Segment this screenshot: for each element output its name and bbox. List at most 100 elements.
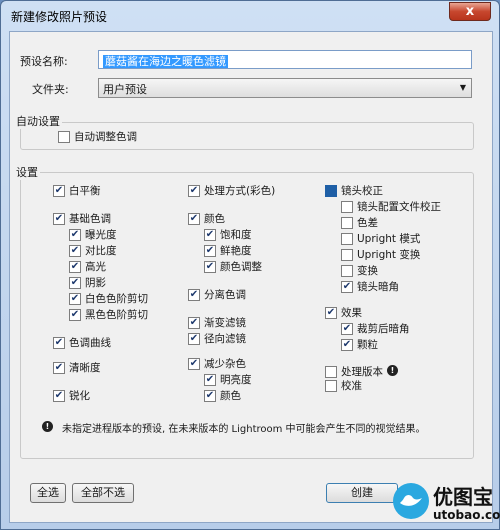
cb-post-crop-vignetting[interactable]: 裁剪后暗角 (341, 321, 410, 336)
checkbox-box (69, 308, 81, 321)
dialog-body: 预设名称: 蘑菇酱在海边之暖色滤镜 文件夹: 用户预设 ▼ 自动设置 自动调整色… (9, 31, 493, 523)
checkbox-label: 效果 (341, 307, 362, 319)
cb-exposure[interactable]: 曝光度 (69, 227, 117, 242)
cb-lens-profile[interactable]: 镜头配置文件校正 (341, 199, 441, 214)
checkbox-label: 清晰度 (69, 362, 101, 374)
checkbox-box (188, 332, 200, 345)
cb-luminance[interactable]: 明亮度 (204, 372, 252, 387)
cb-process-version[interactable]: 处理版本 (325, 364, 383, 379)
cb-graduated-filter[interactable]: 渐变滤镜 (188, 315, 246, 330)
preset-name-input[interactable]: 蘑菇酱在海边之暖色滤镜 (98, 50, 472, 69)
checkbox-box (341, 264, 353, 277)
cb-shadows[interactable]: 阴影 (69, 275, 106, 290)
checkbox-label: 镜头校正 (341, 185, 383, 197)
cb-clarity[interactable]: 清晰度 (53, 360, 101, 375)
checkbox-box (204, 373, 216, 386)
settings-label: 设置 (14, 164, 40, 180)
cb-split-toning[interactable]: 分离色调 (188, 287, 246, 302)
checkbox-box (53, 184, 65, 197)
checkbox-label: 高光 (85, 261, 106, 273)
cb-transform[interactable]: 变换 (341, 263, 378, 278)
checkbox-box (69, 228, 81, 241)
select-none-button[interactable]: 全部不选 (72, 483, 134, 503)
checkbox-label: 镜头暗角 (357, 281, 399, 293)
checkbox-label: 曝光度 (85, 229, 117, 241)
cb-color-adjust[interactable]: 颜色调整 (204, 259, 262, 274)
cb-saturation[interactable]: 饱和度 (204, 227, 252, 242)
create-button[interactable]: 创建 (326, 483, 398, 503)
checkbox-label: 白平衡 (69, 185, 101, 197)
cb-tone-curve[interactable]: 色调曲线 (53, 335, 111, 350)
warning-icon: ! (387, 365, 398, 376)
cb-white-balance[interactable]: 白平衡 (53, 183, 101, 198)
process-version-note: 未指定进程版本的预设, 在未来版本的 Lightroom 中可能会产生不同的视觉… (62, 424, 426, 435)
checkbox-label: 明亮度 (220, 374, 252, 386)
folder-select[interactable]: 用户预设 ▼ (98, 78, 472, 98)
cb-noise-color[interactable]: 颜色 (204, 388, 241, 403)
cb-chromatic-aberration[interactable]: 色差 (341, 215, 378, 230)
close-button[interactable]: x (449, 2, 491, 21)
cb-noise-reduction[interactable]: 减少杂色 (188, 356, 246, 371)
cb-basic-tone[interactable]: 基础色调 (53, 211, 111, 226)
checkbox-label: 白色色阶剪切 (85, 293, 148, 305)
bird-logo-icon (393, 483, 429, 519)
cb-treatment[interactable]: 处理方式(彩色) (188, 183, 275, 198)
checkbox-label: 减少杂色 (204, 358, 246, 370)
watermark: 优图宝 utobao.com (389, 469, 500, 529)
checkbox-box (69, 260, 81, 273)
checkbox-box (325, 365, 337, 378)
checkbox-box (204, 228, 216, 241)
checkbox-label: 颜色 (204, 213, 225, 225)
watermark-url: utobao.com (433, 508, 500, 522)
checkbox-box (188, 316, 200, 329)
cb-highlights[interactable]: 高光 (69, 259, 106, 274)
checkbox-label: 处理版本 (341, 366, 383, 378)
window-title: 新建修改照片预设 (11, 10, 108, 24)
checkbox-box (325, 306, 337, 319)
cb-black-clipping[interactable]: 黑色色阶剪切 (69, 307, 148, 322)
cb-calibration[interactable]: 校准 (325, 378, 362, 393)
cb-white-clipping[interactable]: 白色色阶剪切 (69, 291, 148, 306)
checkbox-box (204, 260, 216, 273)
folder-value: 用户预设 (103, 83, 147, 96)
checkbox-box (325, 184, 337, 197)
cb-sharpening[interactable]: 锐化 (53, 388, 90, 403)
checkbox-box (53, 361, 65, 374)
checkbox-label: 径向滤镜 (204, 333, 246, 345)
checkbox-label: 裁剪后暗角 (357, 323, 410, 335)
checkbox-label: 基础色调 (69, 213, 111, 225)
cb-contrast[interactable]: 对比度 (69, 243, 117, 258)
checkbox-label: 阴影 (85, 277, 106, 289)
checkbox-box (188, 288, 200, 301)
cb-grain[interactable]: 颗粒 (341, 337, 378, 352)
checkbox-label: 颜色 (220, 390, 241, 402)
cb-radial-filter[interactable]: 径向滤镜 (188, 331, 246, 346)
preset-name-label: 预设名称: (20, 55, 68, 68)
checkbox-box (341, 280, 353, 293)
cb-effects[interactable]: 效果 (325, 305, 362, 320)
checkbox-box (341, 232, 353, 245)
cb-upright-mode[interactable]: Upright 模式 (341, 231, 420, 246)
checkbox-label: 变换 (357, 265, 378, 277)
checkbox-box (341, 338, 353, 351)
cb-lens-corrections[interactable]: 镜头校正 (325, 183, 383, 198)
checkbox-box (341, 322, 353, 335)
cb-color[interactable]: 颜色 (188, 211, 225, 226)
checkbox-box (341, 216, 353, 229)
checkbox-box (69, 244, 81, 257)
checkbox-box (341, 200, 353, 213)
checkbox-box (53, 389, 65, 402)
checkbox-label: 鲜艳度 (220, 245, 252, 257)
checkbox-label: 分离色调 (204, 289, 246, 301)
checkbox-label: 渐变滤镜 (204, 317, 246, 329)
cb-vibrance[interactable]: 鲜艳度 (204, 243, 252, 258)
auto-tone-checkbox[interactable]: 自动调整色调 (58, 129, 137, 144)
cb-upright-transform[interactable]: Upright 变换 (341, 247, 420, 262)
title-bar[interactable]: 新建修改照片预设 x (1, 1, 499, 29)
checkbox-label: Upright 模式 (357, 233, 421, 245)
auto-settings-label: 自动设置 (14, 113, 62, 129)
select-all-button[interactable]: 全选 (30, 483, 66, 503)
checkbox-label: 对比度 (85, 245, 117, 257)
cb-lens-vignetting[interactable]: 镜头暗角 (341, 279, 399, 294)
watermark-brand: 优图宝 (433, 485, 493, 509)
